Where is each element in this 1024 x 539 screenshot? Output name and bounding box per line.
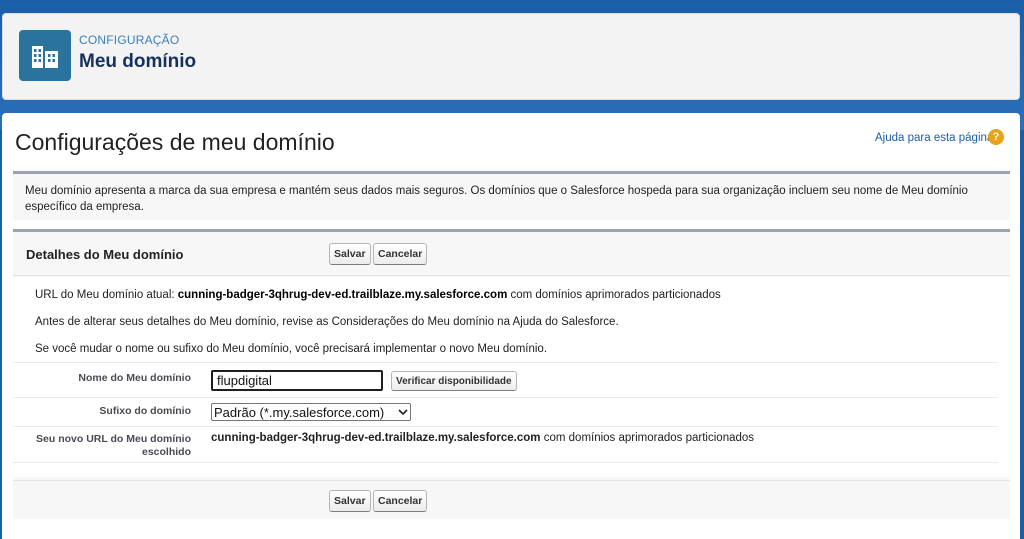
building-icon	[19, 30, 71, 81]
description-text: Meu domínio apresenta a marca da sua emp…	[25, 185, 968, 213]
cancel-button-bottom[interactable]: Cancelar	[373, 490, 428, 512]
save-button-top[interactable]: Salvar	[329, 243, 371, 265]
row-divider	[13, 397, 998, 398]
new-url-suffix: com domínios aprimorados particionados	[540, 432, 755, 444]
row-divider	[13, 426, 998, 427]
domain-suffix-row: Sufixo do domínio Padrão (*.my.salesforc…	[13, 402, 1010, 422]
new-url-label: Seu novo URL do Meu domínio escolhido	[36, 433, 191, 458]
details-body: URL do Meu domínio atual: cunning-badger…	[13, 277, 1010, 477]
description-box: Meu domínio apresenta a marca da sua emp…	[13, 171, 1010, 220]
details-header: Detalhes do Meu domínio Salvar Cancelar	[13, 232, 1010, 276]
details-title: Detalhes do Meu domínio	[26, 247, 184, 262]
domain-name-row: Nome do Meu domínio Verificar disponibil…	[13, 370, 1010, 392]
setup-header: CONFIGURAÇÃO Meu domínio	[2, 13, 1020, 100]
details-footer: Salvar Cancelar	[13, 480, 1010, 522]
page-title: Configurações de meu domínio	[15, 129, 335, 155]
new-url-line: cunning-badger-3qhrug-dev-ed.trailblaze.…	[211, 432, 754, 444]
help-link[interactable]: Ajuda para esta página	[875, 132, 993, 144]
current-url-prefix: URL do Meu domínio atual:	[35, 289, 178, 301]
header-eyebrow: CONFIGURAÇÃO	[79, 33, 180, 47]
current-url-value: cunning-badger-3qhrug-dev-ed.trailblaze.…	[177, 289, 508, 301]
check-availability-button[interactable]: Verificar disponibilidade	[391, 371, 517, 391]
help-icon[interactable]: ?	[988, 129, 1004, 145]
chevron-down-icon	[398, 409, 408, 416]
domain-name-input[interactable]	[211, 370, 383, 391]
domain-suffix-label: Sufixo do domínio	[99, 405, 191, 417]
cancel-button-top[interactable]: Cancelar	[373, 243, 428, 265]
note-implement: Se você mudar o nome ou sufixo do Meu do…	[35, 343, 548, 355]
domain-suffix-value: Padrão (*.my.salesforce.com)	[214, 404, 385, 420]
header-title: Meu domínio	[79, 51, 197, 72]
save-button-bottom[interactable]: Salvar	[329, 490, 371, 512]
current-url-line: URL do Meu domínio atual: cunning-badger…	[35, 289, 721, 301]
row-divider	[13, 362, 998, 363]
details-section: Detalhes do Meu domínio Salvar Cancelar …	[13, 229, 1010, 519]
main-content: Configurações de meu domínio Ajuda para …	[2, 113, 1020, 539]
new-url-row: Seu novo URL do Meu domínio escolhido cu…	[13, 431, 1010, 461]
row-divider	[13, 462, 998, 463]
note-considerations: Antes de alterar seus detalhes do Meu do…	[35, 316, 619, 328]
domain-name-label: Nome do Meu domínio	[78, 372, 191, 384]
domain-suffix-select[interactable]: Padrão (*.my.salesforce.com)	[211, 403, 411, 421]
new-url-value: cunning-badger-3qhrug-dev-ed.trailblaze.…	[211, 432, 541, 444]
current-url-suffix: com domínios aprimorados particionados	[507, 289, 721, 301]
